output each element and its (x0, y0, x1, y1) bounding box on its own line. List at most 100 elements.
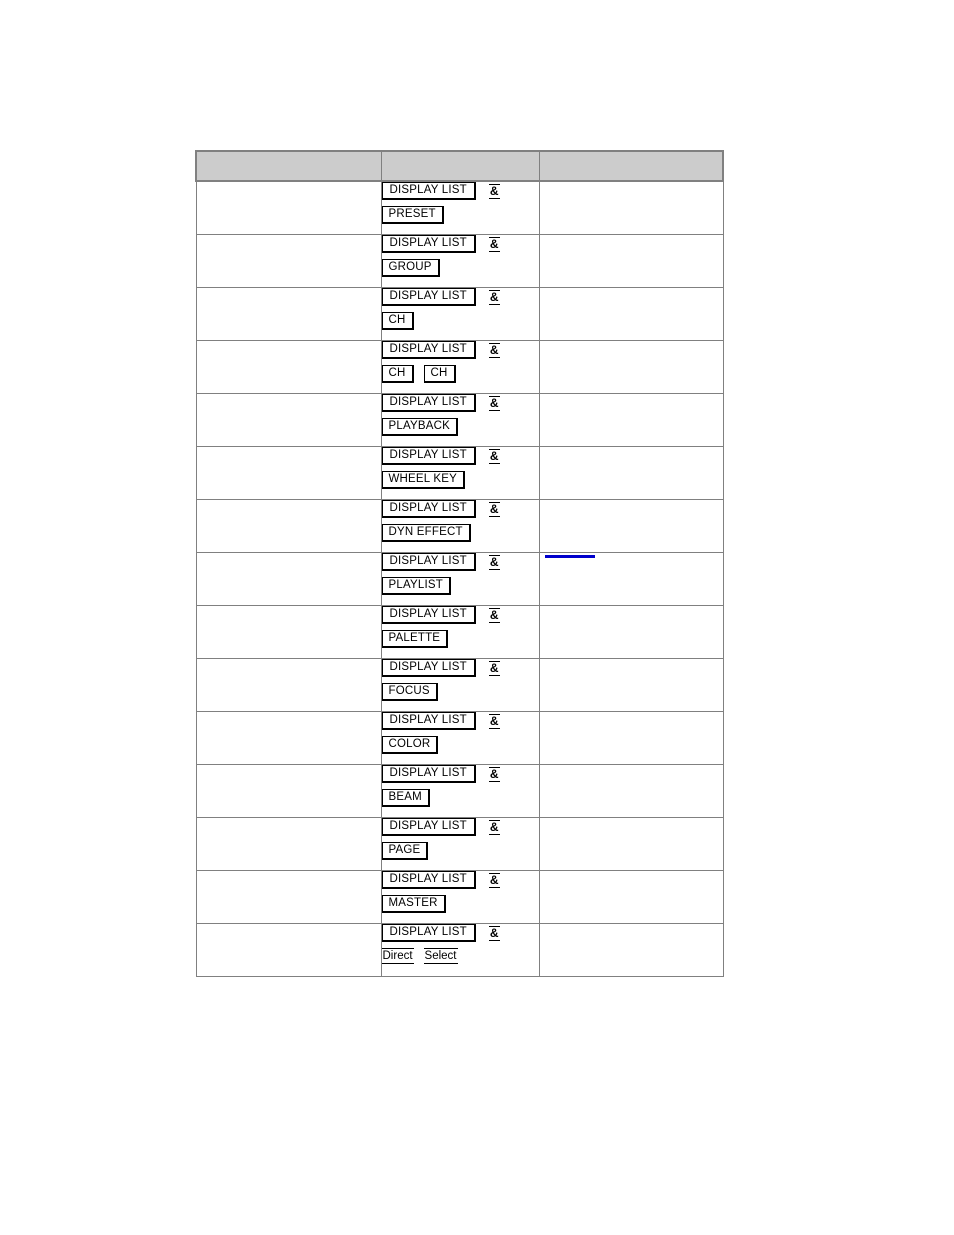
keycap-display-list[interactable]: DISPLAY LIST (381, 341, 476, 359)
table-row: DISPLAY LIST & BEAM (195, 764, 724, 818)
key-combination-line-secondary: PAGE (381, 842, 539, 862)
display-list-key-combinations-table: DISPLAY LIST & PRESET DISPLAY LIST & GROUP DIS… (195, 150, 724, 977)
row-description-cell (195, 817, 382, 871)
keycap-display-list[interactable]: DISPLAY LIST (381, 394, 476, 412)
table-row: DISPLAY LIST & GROUP (195, 234, 724, 288)
keycap-preset[interactable]: PRESET (381, 206, 444, 224)
row-description-cell (195, 605, 382, 659)
row-key-combination-cell: DISPLAY LIST & WHEEL KEY (380, 446, 540, 500)
ampersand-separator: & (488, 713, 500, 729)
keycap-focus[interactable]: FOCUS (381, 683, 438, 701)
keycap-display-list[interactable]: DISPLAY LIST (381, 818, 476, 836)
keycap-dyn-effect[interactable]: DYN EFFECT (381, 524, 471, 542)
ampersand-separator: & (488, 819, 500, 835)
hyperlink-rule[interactable] (544, 555, 595, 558)
keycap-master[interactable]: MASTER (381, 895, 446, 913)
row-notes-content (540, 182, 723, 196)
key-combination-line-primary: DISPLAY LIST & (381, 341, 539, 361)
keycap-select[interactable]: Select (423, 948, 458, 964)
key-combination-line-secondary: PLAYLIST (381, 577, 539, 597)
key-combination-line-primary: DISPLAY LIST & (381, 765, 539, 785)
keycap-display-list[interactable]: DISPLAY LIST (381, 924, 476, 942)
row-description-text (197, 606, 381, 658)
row-notes-cell (538, 817, 724, 871)
keycap-ch[interactable]: CH (381, 312, 414, 330)
keycap-display-list[interactable]: DISPLAY LIST (381, 659, 476, 677)
row-description-cell (195, 711, 382, 765)
keycap-display-list[interactable]: DISPLAY LIST (381, 712, 476, 730)
row-key-combination-cell: DISPLAY LIST & FOCUS (380, 658, 540, 712)
row-key-combination-cell: DISPLAY LIST & CH CH (380, 340, 540, 394)
row-description-text (197, 500, 381, 552)
keycap-display-list[interactable]: DISPLAY LIST (381, 235, 476, 253)
row-key-combination-cell: DISPLAY LIST & PAGE (380, 817, 540, 871)
table-row: DISPLAY LIST & PALETTE (195, 605, 724, 659)
row-description-cell (195, 870, 382, 924)
row-description-cell (195, 340, 382, 394)
keycap-playback[interactable]: PLAYBACK (381, 418, 458, 436)
keycap-display-list[interactable]: DISPLAY LIST (381, 182, 476, 200)
row-notes-cell (538, 658, 724, 712)
row-notes-content (540, 394, 723, 408)
row-notes-cell (538, 870, 724, 924)
table-row: DISPLAY LIST & WHEEL KEY (195, 446, 724, 500)
row-key-combination-cell: DISPLAY LIST & PLAYBACK (380, 393, 540, 447)
keycap-display-list[interactable]: DISPLAY LIST (381, 288, 476, 306)
document-page: DISPLAY LIST & PRESET DISPLAY LIST & GROUP DIS… (0, 0, 954, 1235)
row-notes-content (540, 500, 723, 514)
key-combination-line-primary: DISPLAY LIST & (381, 659, 539, 679)
row-description-cell (195, 499, 382, 553)
key-combination-line-primary: DISPLAY LIST & (381, 712, 539, 732)
keycap-ch[interactable]: CH (423, 365, 456, 383)
row-description-cell (195, 923, 382, 977)
ampersand-separator: & (488, 554, 500, 570)
key-combination-line-primary: DISPLAY LIST & (381, 871, 539, 891)
row-description-cell (195, 287, 382, 341)
table-row: DISPLAY LIST & DYN EFFECT (195, 499, 724, 553)
key-combination-line-secondary: Direct Select (381, 948, 539, 968)
keycap-page[interactable]: PAGE (381, 842, 429, 860)
row-notes-cell (538, 711, 724, 765)
key-combination-line-secondary: PALETTE (381, 630, 539, 650)
ampersand-separator: & (488, 766, 500, 782)
key-combination-line-primary: DISPLAY LIST & (381, 394, 539, 414)
keycap-display-list[interactable]: DISPLAY LIST (381, 871, 476, 889)
key-combination-line-primary: DISPLAY LIST & (381, 288, 539, 308)
keycap-ch[interactable]: CH (381, 365, 414, 383)
table-row: DISPLAY LIST & FOCUS (195, 658, 724, 712)
keycap-color[interactable]: COLOR (381, 736, 439, 754)
row-notes-content (540, 288, 723, 302)
keycap-display-list[interactable]: DISPLAY LIST (381, 447, 476, 465)
row-notes-cell (538, 923, 724, 977)
column-header-notes (538, 150, 724, 182)
keycap-display-list[interactable]: DISPLAY LIST (381, 500, 476, 518)
key-combination-line-primary: DISPLAY LIST & (381, 818, 539, 838)
key-combination-line-secondary: GROUP (381, 259, 539, 279)
row-description-cell (195, 764, 382, 818)
key-combination-line-primary: DISPLAY LIST & (381, 235, 539, 255)
key-combination-line-secondary: PRESET (381, 206, 539, 226)
keycap-wheel-key[interactable]: WHEEL KEY (381, 471, 465, 489)
row-notes-cell (538, 552, 724, 606)
row-notes-content (540, 606, 723, 620)
keycap-direct[interactable]: Direct (381, 948, 414, 964)
key-combination-line-secondary: MASTER (381, 895, 539, 915)
keycap-playlist[interactable]: PLAYLIST (381, 577, 451, 595)
keycap-beam[interactable]: BEAM (381, 789, 430, 807)
key-combination-line-secondary: DYN EFFECT (381, 524, 539, 544)
row-description-cell (195, 658, 382, 712)
key-combination-line-primary: DISPLAY LIST & (381, 447, 539, 467)
row-description-cell (195, 393, 382, 447)
keycap-display-list[interactable]: DISPLAY LIST (381, 765, 476, 783)
ampersand-separator: & (488, 236, 500, 252)
row-notes-cell (538, 234, 724, 288)
keycap-group[interactable]: GROUP (381, 259, 440, 277)
keycap-palette[interactable]: PALETTE (381, 630, 449, 648)
key-combination-line-primary: DISPLAY LIST & (381, 606, 539, 626)
ampersand-separator: & (488, 607, 500, 623)
row-description-text (197, 553, 381, 605)
keycap-display-list[interactable]: DISPLAY LIST (381, 606, 476, 624)
row-key-combination-cell: DISPLAY LIST & PALETTE (380, 605, 540, 659)
keycap-display-list[interactable]: DISPLAY LIST (381, 553, 476, 571)
row-description-text (197, 288, 381, 340)
